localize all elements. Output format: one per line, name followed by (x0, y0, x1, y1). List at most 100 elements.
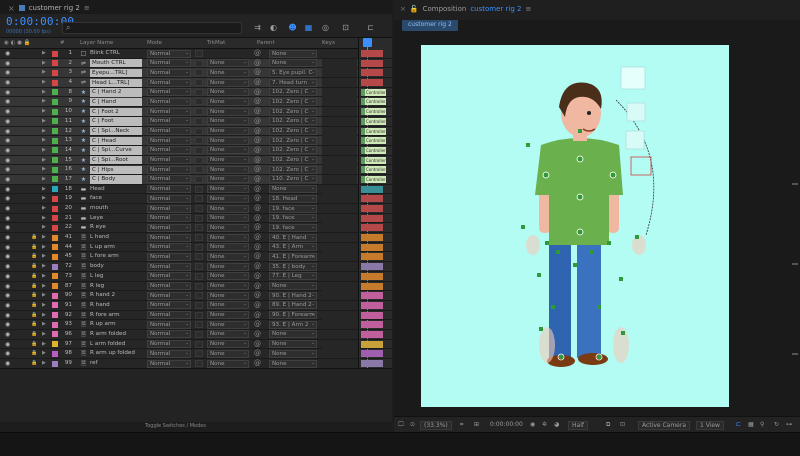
twirl-down-icon[interactable]: ▶ (42, 185, 46, 194)
twirl-down-icon[interactable]: ▶ (42, 330, 46, 339)
layer-name[interactable]: Eyepu...TRL] (90, 68, 142, 78)
label-color-swatch[interactable] (52, 350, 58, 357)
blend-mode-select[interactable]: Normal ⌄ (147, 49, 191, 58)
twirl-down-icon[interactable]: ▶ (42, 340, 46, 349)
track-matte-select[interactable]: None ⌄ (207, 194, 249, 203)
parent-pickwhip-icon[interactable]: @ (254, 59, 261, 68)
preserve-transparency-checkbox[interactable] (195, 175, 203, 183)
visibility-eye-icon[interactable]: ◉ (5, 185, 10, 194)
parent-select[interactable]: None ⌄ (269, 349, 317, 358)
label-color-swatch[interactable] (52, 302, 58, 309)
visibility-eye-icon[interactable]: ◉ (5, 349, 10, 358)
bar-fill[interactable] (361, 69, 383, 77)
layer-name[interactable]: R up arm (90, 320, 142, 329)
visibility-eye-icon[interactable]: ◉ (5, 301, 10, 310)
visibility-eye-icon[interactable]: ◉ (5, 165, 10, 174)
layer-duration-bar[interactable]: Controller (360, 107, 392, 117)
lock-icon[interactable]: 🔒 (31, 291, 37, 300)
label-color-swatch[interactable] (52, 118, 58, 125)
preserve-transparency-checkbox[interactable] (195, 224, 203, 232)
layer-row[interactable]: ◉ ▶ 10 ★ C | Foot 2 Normal ⌄ None ⌄ @102. Zero | … (0, 107, 358, 117)
preserve-transparency-checkbox[interactable] (195, 234, 203, 242)
visibility-eye-icon[interactable]: ◉ (5, 78, 10, 87)
label-color-swatch[interactable] (52, 234, 58, 241)
pixel-aspect-icon[interactable]: ⊏ (736, 421, 741, 428)
layer-row[interactable]: ◉ 🔒 ▶ 45 🗎 L fore arm Normal ⌄ None ⌄ @41. E | For… (0, 252, 358, 263)
layer-row[interactable]: ◉ ▶ 2 ⇌ Mouth CTRL Normal ⌄ None ⌄ @ None ⌄ (0, 58, 358, 69)
color-channel-icon[interactable]: ◕ (554, 421, 559, 428)
preserve-transparency-checkbox[interactable] (195, 292, 203, 300)
visibility-eye-icon[interactable]: ◉ (5, 252, 10, 261)
parent-select[interactable]: 90. E | Hand 2 ⌄ (269, 291, 317, 300)
snapshot-icon[interactable]: ◉ (530, 421, 535, 428)
parent-pickwhip-icon[interactable]: @ (254, 88, 261, 97)
layer-row[interactable]: ◉ ▶ 16 ★ C | Hips Normal ⌄ None ⌄ @102. Zero | C ⌄ (0, 165, 358, 175)
visibility-eye-icon[interactable]: ◉ (5, 311, 10, 320)
track-matte-select[interactable]: None ⌄ (207, 97, 249, 106)
column-mode[interactable]: Mode (147, 40, 162, 46)
parent-pickwhip-icon[interactable]: @ (254, 272, 261, 281)
blend-mode-select[interactable]: Normal ⌄ (147, 282, 191, 290)
layer-duration-bar[interactable] (360, 204, 392, 214)
twirl-down-icon[interactable]: ▶ (42, 88, 46, 97)
layer-duration-bar[interactable] (360, 223, 392, 234)
layer-name[interactable]: Blink CTRL (90, 49, 142, 58)
bar-fill[interactable] (361, 340, 383, 348)
layer-name[interactable]: R fore arm (90, 311, 142, 320)
blend-mode-select[interactable]: Normal ⌄ (147, 165, 191, 174)
layer-search-input[interactable]: ⌕ (62, 22, 242, 34)
label-color-swatch[interactable] (52, 283, 58, 289)
twirl-down-icon[interactable]: ▶ (42, 146, 46, 155)
label-color-swatch[interactable] (52, 98, 58, 105)
layer-row[interactable]: ◉ ▶ 9 ★ C | Hand Normal ⌄ None ⌄ @102. Zero | C ⌄ (0, 97, 358, 108)
preserve-transparency-checkbox[interactable] (195, 156, 203, 164)
visibility-eye-icon[interactable]: ◉ (5, 340, 10, 349)
label-color-swatch[interactable] (52, 108, 58, 115)
layer-row[interactable]: ◉ 🔒 ▶ 96 🗎 R arm folded Normal ⌄ None ⌄ @ None ⌄ (0, 329, 358, 340)
preserve-transparency-checkbox[interactable] (195, 59, 203, 67)
lock-icon[interactable]: 🔒 (31, 311, 37, 320)
preview-icon[interactable]: 🖵 (398, 421, 404, 429)
visibility-eye-icon[interactable]: ◉ (5, 194, 10, 203)
parent-select[interactable]: None ⌄ (269, 185, 317, 194)
current-time-field[interactable]: 0:00:00:00 (490, 421, 523, 428)
preserve-transparency-checkbox[interactable] (195, 263, 203, 271)
twirl-down-icon[interactable]: ▶ (42, 107, 46, 116)
lock-icon[interactable]: 🔒 (31, 262, 37, 271)
label-color-swatch[interactable] (52, 166, 58, 173)
preserve-transparency-checkbox[interactable] (195, 360, 203, 367)
track-matte-select[interactable]: None ⌄ (207, 78, 249, 87)
comp-breadcrumb[interactable]: customer rig 2 (402, 20, 458, 31)
layer-duration-bar[interactable] (360, 330, 392, 340)
parent-pickwhip-icon[interactable]: @ (254, 68, 261, 77)
show-snapshot-icon[interactable]: ✲ (542, 421, 547, 428)
grid-icon[interactable]: ▦ (748, 421, 754, 428)
blend-mode-select[interactable]: Normal ⌄ (147, 194, 191, 203)
blend-mode-select[interactable]: Normal ⌄ (147, 311, 191, 320)
twirl-down-icon[interactable]: ▶ (42, 272, 46, 281)
visibility-eye-icon[interactable]: ◉ (5, 233, 10, 242)
layer-name[interactable]: Head L...TRL] (90, 78, 142, 87)
menu-icon[interactable]: ≡ (525, 5, 531, 13)
label-color-swatch[interactable] (52, 205, 58, 212)
parent-pickwhip-icon[interactable]: @ (254, 359, 261, 368)
parent-pickwhip-icon[interactable]: @ (254, 311, 261, 320)
parent-pickwhip-icon[interactable]: @ (254, 49, 261, 58)
label-color-swatch[interactable] (52, 128, 58, 134)
parent-select[interactable]: None ⌄ (269, 282, 317, 290)
preserve-transparency-checkbox[interactable] (195, 214, 203, 222)
parent-pickwhip-icon[interactable]: @ (254, 243, 261, 252)
layer-row[interactable]: ◉ ▶ 22 ▬ R eye Normal ⌄ None ⌄ @19. face ⌄ (0, 223, 358, 234)
layer-name[interactable]: R hand 2 (90, 291, 142, 300)
parent-pickwhip-icon[interactable]: @ (254, 175, 261, 184)
parent-select[interactable]: 19. face ⌄ (269, 223, 317, 232)
layer-duration-bar[interactable] (360, 311, 392, 321)
layer-duration-bar[interactable] (360, 252, 392, 263)
lock-icon[interactable]: 🔒 (31, 320, 37, 329)
layer-row[interactable]: ◉ 🔒 ▶ 73 🗎 L leg Normal ⌄ None ⌄ @77. E | Leg ⌄ (0, 271, 358, 282)
layer-name[interactable]: R arm folded (90, 330, 142, 339)
blend-mode-select[interactable]: Normal ⌄ (147, 88, 191, 97)
parent-select[interactable]: 102. Zero | C ⌄ (269, 117, 317, 126)
preserve-transparency-checkbox[interactable] (195, 195, 203, 203)
exposure-icon[interactable]: ⚲ (760, 421, 764, 428)
